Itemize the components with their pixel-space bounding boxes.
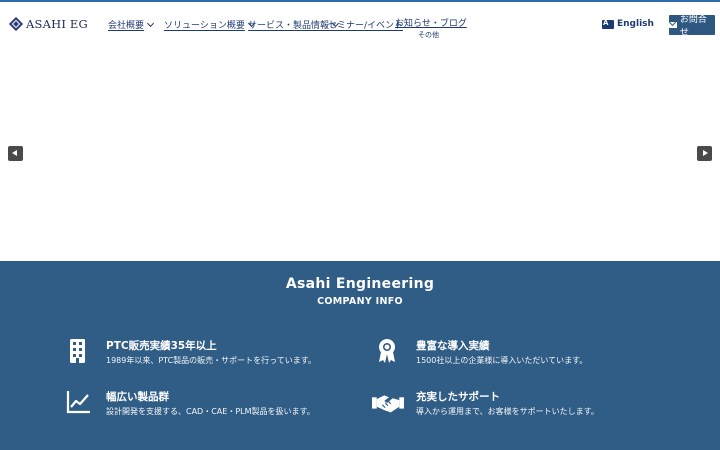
nav-solutions-label[interactable]: ソリューション概要 bbox=[164, 18, 245, 31]
contact-button[interactable]: お問合せ bbox=[669, 15, 715, 38]
nav-seminars-label[interactable]: セミナー/イベント bbox=[328, 18, 403, 31]
language-icon bbox=[602, 19, 614, 29]
feature-title: PTC販売実績35年以上 bbox=[106, 340, 217, 352]
feature-item: 幅広い製品群 設計開発を支援する、CAD・CAE・PLM製品を扱います。 bbox=[66, 389, 336, 423]
handshake-icon bbox=[372, 395, 404, 413]
nav-seminars[interactable]: セミナー/イベント bbox=[328, 18, 403, 31]
nav-company[interactable]: 会社概要 bbox=[108, 18, 155, 31]
feature-desc: 設計開発を支援する、CAD・CAE・PLM製品を扱います。 bbox=[106, 407, 315, 416]
feature-title: 幅広い製品群 bbox=[106, 391, 169, 403]
company-logo[interactable]: ASAHI EG bbox=[8, 16, 88, 32]
nav-products[interactable]: サービス・製品情報 bbox=[248, 18, 340, 31]
section-title: Asahi Engineering bbox=[285, 276, 435, 292]
caret-left-icon bbox=[12, 150, 17, 156]
chevron-down-icon bbox=[146, 19, 155, 27]
feature-desc: 1500社以上の企業様に導入いただいています。 bbox=[416, 356, 588, 365]
award-icon bbox=[379, 339, 395, 363]
nav-other-label[interactable]: その他 bbox=[395, 30, 439, 40]
feature-item: 豊富な導入実績 1500社以上の企業様に導入いただいています。 bbox=[376, 338, 646, 372]
feature-desc: 導入から運用まで、お客様をサポートいたします。 bbox=[416, 407, 599, 416]
nav-news[interactable]: お知らせ・ブログ その他 bbox=[395, 16, 467, 40]
chart-line-icon bbox=[66, 391, 90, 414]
site-header: ASAHI EG 会社概要 ソリューション概要 サービス・製品情報 セミナー/イ… bbox=[0, 2, 720, 44]
feature-desc: 1989年以来、PTC製品の販売・サポートを行っています。 bbox=[106, 356, 316, 365]
company-info-section: Asahi Engineering COMPANY INFO PTC販売実績35… bbox=[0, 261, 720, 450]
logo-text: ASAHI EG bbox=[26, 17, 88, 31]
hero-carousel bbox=[0, 44, 720, 261]
carousel-prev-button[interactable] bbox=[8, 146, 23, 161]
logo-diamond-icon bbox=[8, 16, 24, 32]
nav-solutions[interactable]: ソリューション概要 bbox=[164, 18, 255, 31]
section-subtitle: COMPANY INFO bbox=[317, 296, 403, 307]
nav-news-label[interactable]: お知らせ・ブログ bbox=[395, 16, 467, 29]
feature-title: 充実したサポート bbox=[416, 391, 500, 403]
caret-right-icon bbox=[703, 150, 708, 156]
nav-products-label[interactable]: サービス・製品情報 bbox=[248, 18, 329, 31]
contact-label: お問合せ bbox=[679, 15, 707, 38]
carousel-next-button[interactable] bbox=[697, 146, 712, 161]
feature-item: PTC販売実績35年以上 1989年以来、PTC製品の販売・サポートを行っていま… bbox=[66, 338, 336, 372]
building-icon bbox=[70, 339, 85, 363]
feature-item: 充実したサポート 導入から運用まで、お客様をサポートいたします。 bbox=[372, 389, 642, 423]
envelope-icon bbox=[669, 22, 677, 28]
language-switch[interactable]: English bbox=[602, 19, 654, 29]
feature-title: 豊富な導入実績 bbox=[416, 340, 490, 352]
language-label: English bbox=[617, 19, 654, 29]
nav-company-label[interactable]: 会社概要 bbox=[108, 18, 144, 31]
